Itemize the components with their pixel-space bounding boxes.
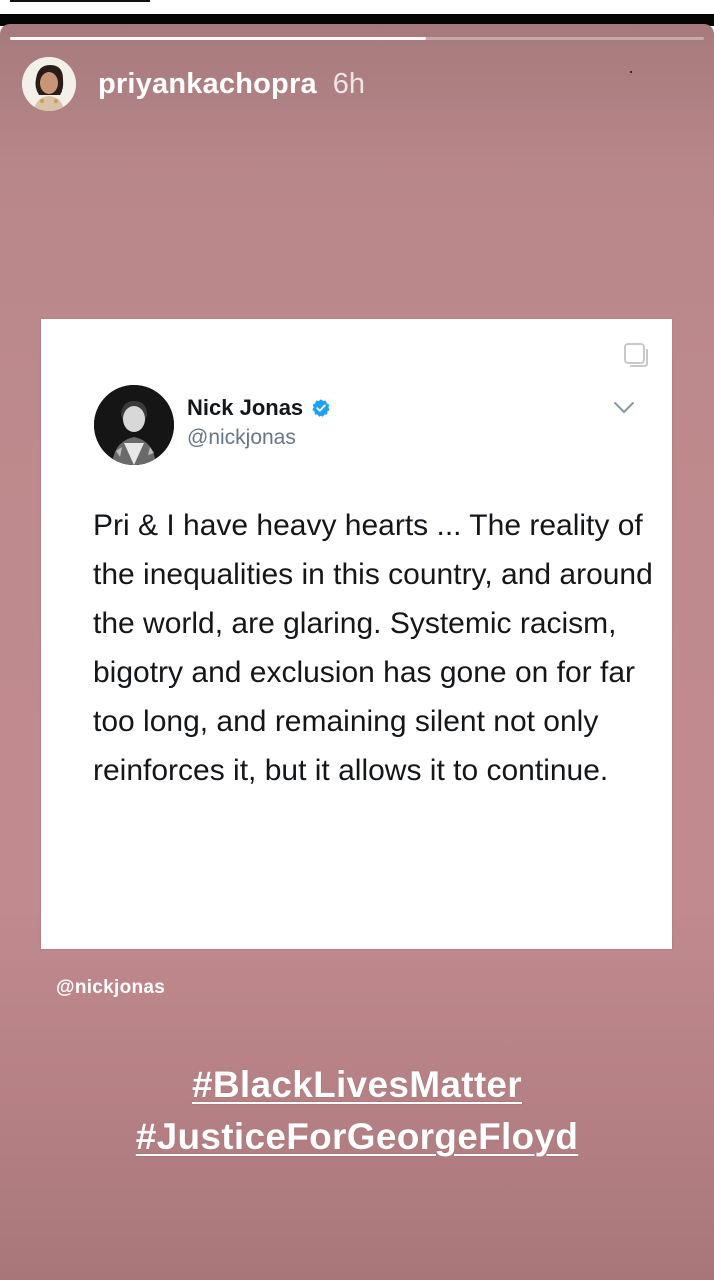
story-progress-fill: [10, 37, 427, 40]
tweet-author-name[interactable]: Nick Jonas: [187, 395, 303, 421]
story-view[interactable]: priyankachopra 6h Nick Jonas @nickjonas …: [0, 24, 714, 1280]
status-bar: [0, 0, 714, 14]
status-bar-line: [10, 0, 150, 2]
tweet-card[interactable]: Nick Jonas @nickjonas Pri & I have heavy…: [41, 319, 672, 949]
hashtag-stickers: #BlackLivesMatter #JusticeForGeorgeFloyd: [0, 1059, 714, 1163]
hashtag-sticker[interactable]: #BlackLivesMatter: [0, 1059, 714, 1111]
verified-badge-icon: [312, 399, 330, 417]
story-time: 6h: [332, 67, 366, 100]
tweet-author-name-row: Nick Jonas: [187, 395, 331, 421]
copy-icon: [624, 343, 648, 367]
speck: [630, 71, 632, 73]
hashtag-sticker[interactable]: #JusticeForGeorgeFloyd: [0, 1111, 714, 1163]
story-header: priyankachopra 6h: [22, 54, 365, 114]
tweet-text: Pri & I have heavy hearts ... The realit…: [93, 509, 653, 787]
profile-avatar[interactable]: [22, 57, 76, 111]
tweet-author-handle[interactable]: @nickjonas: [187, 426, 296, 450]
tweet-avatar[interactable]: [94, 385, 174, 465]
chevron-down-icon[interactable]: [613, 401, 635, 415]
profile-avatar-image: [22, 57, 76, 111]
story-progress-bar: [10, 37, 704, 40]
tweet-avatar-image: [94, 385, 174, 465]
mention-sticker[interactable]: @nickjonas: [56, 977, 165, 999]
story-username[interactable]: priyankachopra: [98, 68, 317, 101]
